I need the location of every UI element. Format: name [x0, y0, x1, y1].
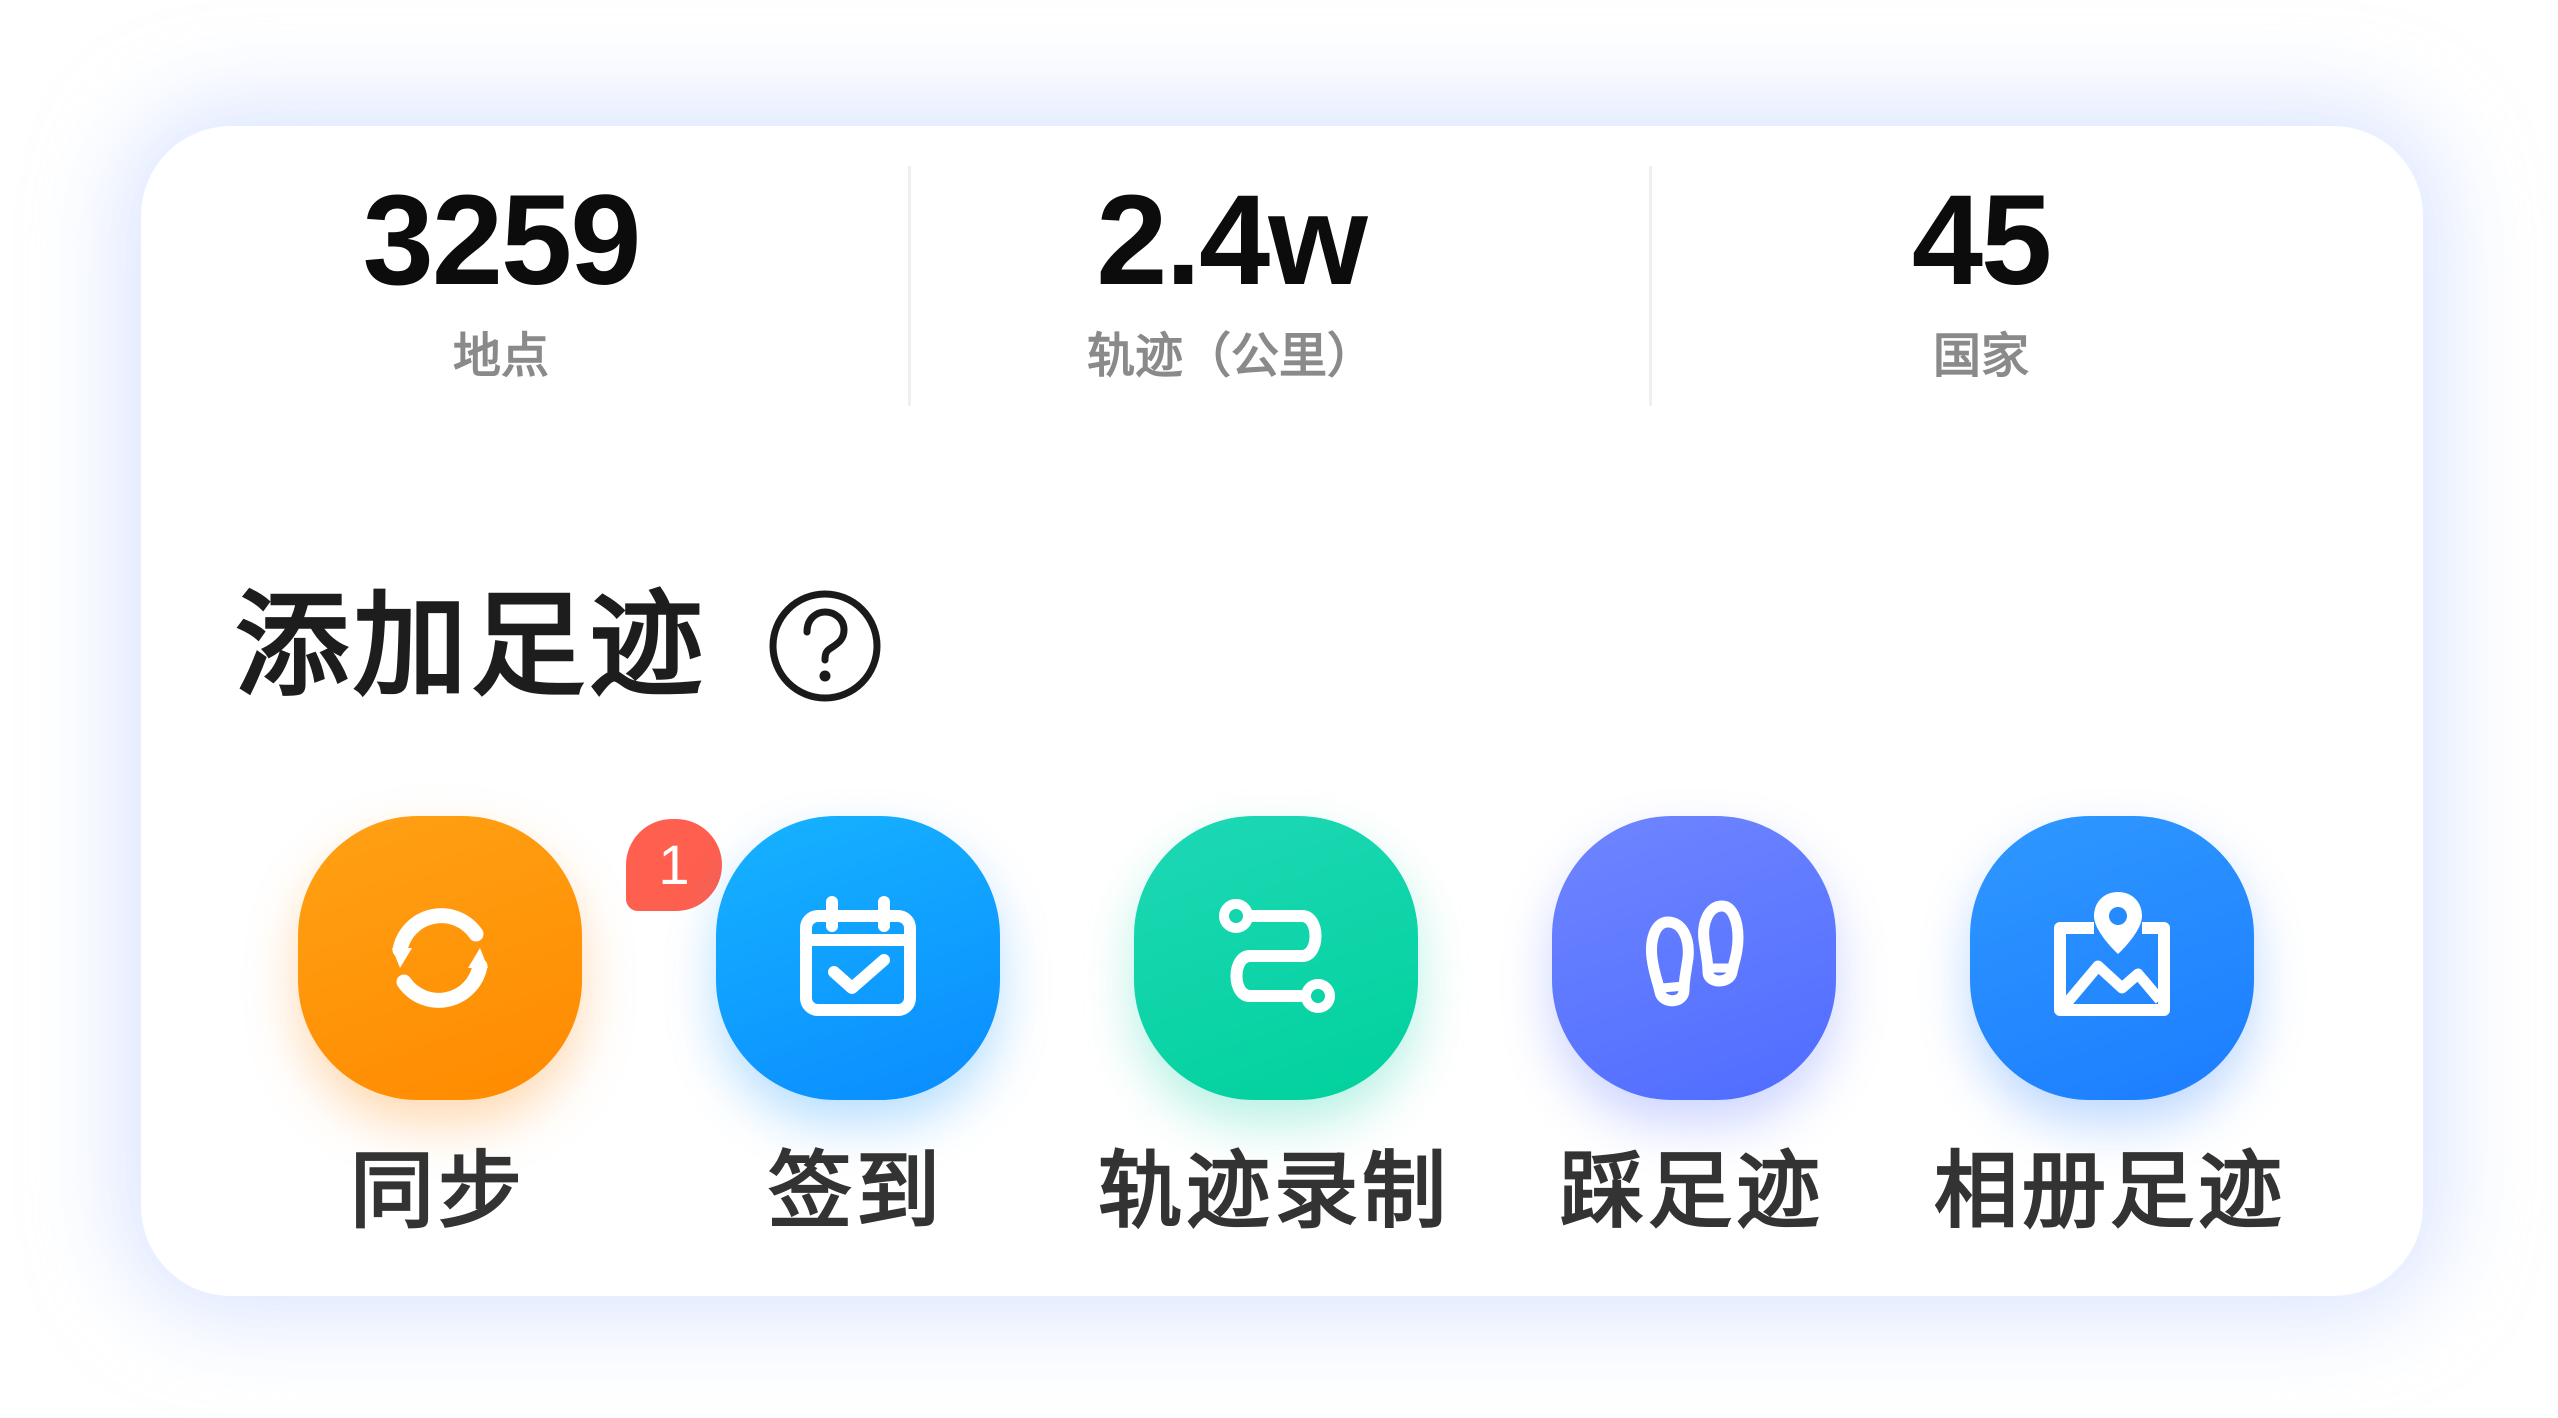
- action-label: 相册足迹: [1933, 1142, 2286, 1240]
- question-circle-icon[interactable]: [767, 588, 883, 704]
- footprints-icon: [1646, 900, 1744, 1007]
- photo-location-icon: [2054, 892, 2170, 1016]
- stat-value: 3259: [362, 169, 642, 312]
- stat-countries[interactable]: 45 国家: [1681, 166, 2281, 386]
- step-icon-tile: [1552, 816, 1836, 1100]
- actions-row: 1 同步 签到 轨迹录制 踩足迹 相册足迹: [141, 816, 2423, 1276]
- stat-value: 2.4w: [1096, 169, 1368, 312]
- action-label: 轨迹录制: [1097, 1142, 1450, 1240]
- stats-row: 3259 地点 2.4w 轨迹（公里） 45 国家: [141, 126, 2423, 426]
- action-label: 同步: [349, 1142, 526, 1240]
- checkin-icon-tile: [716, 816, 1000, 1100]
- sync-icon-tile: [298, 816, 582, 1100]
- album-icon-tile: [1970, 816, 2254, 1100]
- section-title: 添加足迹: [235, 579, 708, 712]
- stat-label: 国家: [1932, 328, 2029, 384]
- notification-badge: 1: [626, 819, 722, 911]
- calendar-check-icon: [800, 896, 916, 1016]
- stat-value: 45: [1911, 169, 2052, 312]
- stat-places[interactable]: 3259 地点: [201, 166, 801, 386]
- action-label: 踩足迹: [1559, 1142, 1824, 1240]
- section-header: 添加足迹: [235, 576, 883, 716]
- stat-label: 轨迹（公里）: [1086, 328, 1375, 384]
- stat-label: 地点: [452, 328, 549, 384]
- footprint-card: 3259 地点 2.4w 轨迹（公里） 45 国家 添加足迹 1 同步 签到 轨…: [141, 126, 2423, 1296]
- action-label: 签到: [767, 1142, 944, 1240]
- sync-icon: [392, 908, 488, 1008]
- divider: [908, 166, 911, 406]
- route-icon: [1219, 899, 1335, 1013]
- track-icon-tile: [1134, 816, 1418, 1100]
- stat-track-km[interactable]: 2.4w 轨迹（公里）: [931, 166, 1531, 386]
- divider: [1649, 166, 1652, 406]
